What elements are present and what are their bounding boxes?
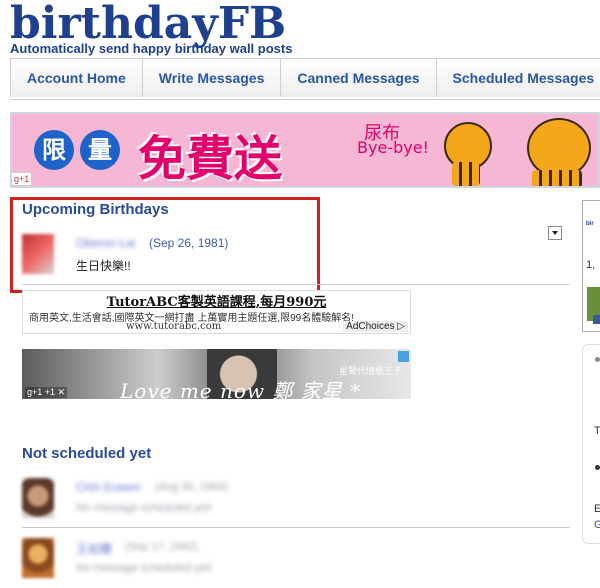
tiger-mascot-large — [527, 118, 591, 178]
facebook-icon[interactable] — [593, 315, 600, 324]
bullet-icon — [595, 357, 600, 362]
friend-date: (Sep 17, 1992) — [125, 541, 198, 553]
widget-count: 1, — [586, 259, 596, 271]
ad-gplus-controls[interactable]: g+1 +1 ✕ — [25, 387, 68, 398]
avatar[interactable] — [22, 538, 54, 578]
options-dropdown-icon[interactable] — [548, 226, 562, 240]
promo-banner-ad[interactable]: 限 量 免費送 尿布 Bye-bye! — [10, 112, 600, 188]
banner-gplus-button[interactable]: g+1 — [11, 172, 33, 186]
tab-scheduled-messages[interactable]: Scheduled Messages — [435, 59, 600, 97]
avatar[interactable] — [22, 478, 54, 518]
banner-circle-1: 限 — [34, 130, 74, 170]
divider — [22, 527, 570, 528]
friend-name-link[interactable]: Chin Euwen — [76, 480, 141, 494]
right-sidebar-box: T E G — [582, 344, 600, 544]
sidebar-text-e: E — [594, 503, 600, 515]
adchoices-button[interactable]: AdChoices ▷ — [343, 321, 408, 332]
sidebar-text-t: T — [594, 425, 600, 437]
image-ad[interactable]: 星聲代情歌王子 Love me now 鄭 家星 * Carlson g+1 +… — [22, 349, 411, 399]
tiger-body-large — [532, 170, 582, 186]
friend-date: (Aug 30, 1983) — [155, 481, 228, 493]
tiger-body-small — [452, 162, 480, 186]
friend-message: No message scheduled yet! — [76, 502, 212, 514]
ad-info-icon[interactable] — [398, 351, 409, 362]
birthday-date: (Sep 26, 1981) — [149, 236, 229, 250]
sidebar-link-g[interactable]: G — [594, 519, 600, 531]
ad-url[interactable]: www.tutorabc.com — [126, 321, 221, 332]
text-ad[interactable]: TutorABC客製英語課程,每月990元 商用英文,生活會話,國際英文一網打盡… — [22, 290, 411, 334]
tab-account-home[interactable]: Account Home — [10, 59, 143, 97]
banner-circle-2: 量 — [80, 130, 120, 170]
tab-write-messages[interactable]: Write Messages — [141, 59, 282, 97]
banner-bye: Bye-bye! — [357, 138, 429, 157]
right-sidebar-widget: bir 1, — [582, 200, 600, 332]
main-nav: Account Home Write Messages Canned Messa… — [10, 58, 600, 100]
birthday-message: 生日快樂!! — [76, 259, 131, 273]
not-scheduled-title: Not scheduled yet — [22, 445, 152, 462]
tab-canned-messages[interactable]: Canned Messages — [280, 59, 437, 97]
ad-title[interactable]: TutorABC客製英語課程,每月990元 — [23, 291, 410, 310]
friend-message: No message scheduled yet! — [76, 562, 212, 574]
bullet-icon — [595, 465, 600, 470]
divider — [22, 284, 570, 285]
ad-love-text: Love me now 鄭 家星 * Carlson — [120, 379, 362, 399]
site-tagline: Automatically send happy birthday wall p… — [10, 41, 293, 56]
widget-logo-text: bir — [586, 221, 594, 227]
banner-headline: 免費送 — [138, 131, 283, 187]
birthday-name-link[interactable]: Oberon Lai — [76, 236, 135, 250]
friend-name-link[interactable]: 王如蘭 — [76, 540, 112, 557]
avatar[interactable] — [22, 234, 54, 274]
